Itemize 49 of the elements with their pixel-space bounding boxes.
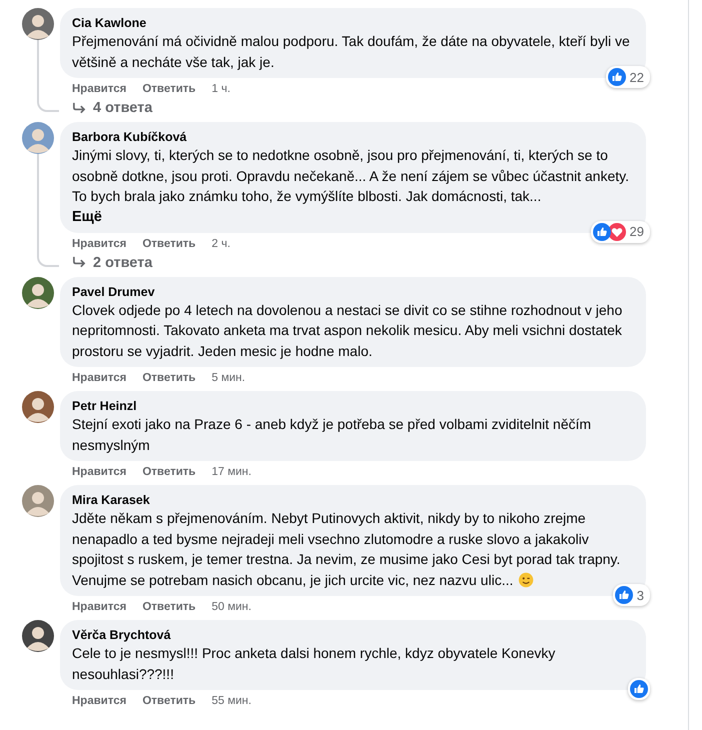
like-link[interactable]: Нравится — [72, 236, 126, 252]
like-link[interactable]: Нравится — [72, 370, 126, 386]
reply-link[interactable]: Ответить — [142, 693, 196, 709]
comment-text: Stejní exoti jako na Praze 6 - aneb když je potřeba se před volbami zviditelnit něčím nesmyslným — [72, 416, 592, 452]
avatar[interactable] — [22, 620, 54, 652]
reaction-badge[interactable]: 3 — [612, 584, 650, 606]
wink-emoji-icon — [518, 572, 534, 588]
view-replies-link[interactable]: 2 ответа — [93, 254, 152, 270]
avatar[interactable] — [22, 391, 54, 423]
author-name[interactable]: Cia Kawlone — [72, 15, 146, 31]
timestamp[interactable]: 50 мин. — [212, 599, 252, 615]
author-name[interactable]: Barbora Kubíčková — [72, 129, 187, 145]
view-replies-link[interactable]: 4 ответа — [93, 100, 152, 116]
reply-link[interactable]: Ответить — [142, 81, 196, 97]
author-name[interactable]: Petr Heinzl — [72, 398, 137, 414]
thumbs-up-icon — [630, 680, 648, 698]
avatar[interactable] — [22, 8, 54, 40]
reply-arrow-icon — [72, 102, 87, 114]
author-name[interactable]: Věrča Brychtová — [72, 627, 171, 643]
like-link[interactable]: Нравится — [72, 464, 126, 480]
reaction-count: 22 — [628, 70, 645, 84]
avatar[interactable] — [22, 276, 54, 308]
reaction-badge[interactable]: 22 — [606, 66, 650, 88]
reaction-badge[interactable]: 29 — [590, 220, 650, 242]
timestamp[interactable]: 5 мин. — [212, 370, 246, 386]
comment-text: Jinými slovy, ti, kterých se to nedotkne osobně, jsou pro přejmenování, ti, kterých se to osobně dotkne, jsou proti. Opravdu nečekaně... A že není zájem se vůbec účastnit ankety. To bych brala jako známku toho, že vymýšlíte blbosti. Jak domácnosti, tak... — [72, 147, 629, 204]
timestamp[interactable]: 1 ч. — [212, 81, 230, 97]
timestamp[interactable]: 17 мин. — [212, 464, 252, 480]
comment-text: Clovek odjede po 4 letech na dovolenou a nestaci se divit co se stihne rozhodnout v jeho nepritomnosti. Takovato anketa ma trvat aspon nekolik mesicu. Aby meli vsichni dostatek prostoru se vyjadrit. Jeden mesic je hodne malo. — [72, 302, 622, 358]
see-more-link[interactable]: Ещё — [72, 206, 102, 226]
thumbs-up-icon — [614, 586, 633, 604]
reply-link[interactable]: Ответить — [142, 236, 196, 252]
reply-link[interactable]: Ответить — [142, 464, 196, 480]
reply-link[interactable]: Ответить — [142, 599, 196, 615]
comment-text: Cele to je nesmysl!!! Proc anketa dalsi honem rychle, kdyz obyvatele Konevky nesouhlasi???!!! — [72, 645, 556, 682]
timestamp[interactable]: 55 мин. — [212, 693, 252, 709]
thumbs-up-icon — [608, 68, 626, 86]
thumbs-up-icon — [592, 222, 611, 240]
reaction-count: 29 — [628, 224, 645, 239]
reply-arrow-icon — [72, 256, 87, 269]
reply-link[interactable]: Ответить — [142, 370, 196, 386]
reaction-badge[interactable] — [628, 678, 650, 700]
like-link[interactable]: Нравится — [72, 81, 126, 97]
timestamp[interactable]: 2 ч. — [212, 236, 230, 252]
like-link[interactable]: Нравится — [72, 693, 126, 709]
like-link[interactable]: Нравится — [72, 599, 126, 615]
reaction-count: 3 — [636, 588, 645, 602]
author-name[interactable]: Pavel Drumev — [72, 284, 155, 300]
author-name[interactable]: Mira Karasek — [72, 492, 150, 508]
